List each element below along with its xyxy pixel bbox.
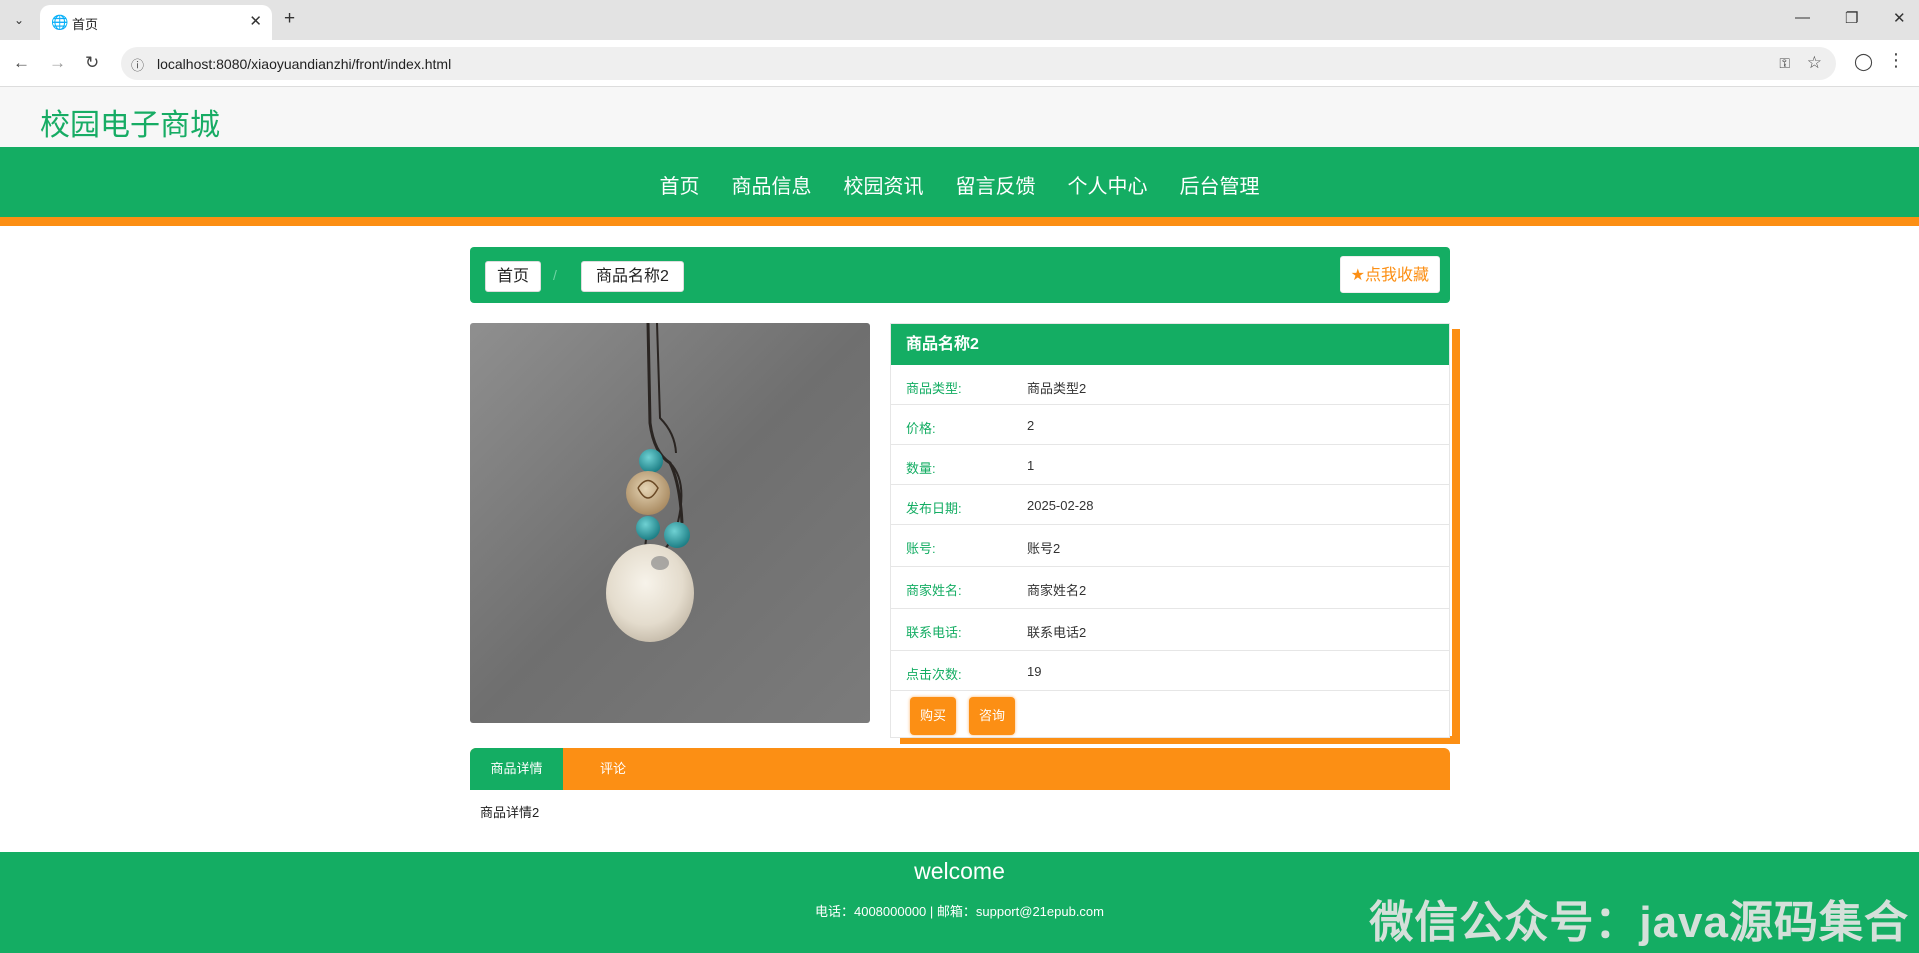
footer-welcome: welcome: [914, 858, 1005, 884]
info-row-price: 价格: 2: [891, 405, 1449, 445]
nav-profile[interactable]: 个人中心: [1068, 170, 1148, 199]
product-image: [470, 323, 870, 723]
more-menu-icon[interactable]: ⋮: [1887, 50, 1905, 71]
watermark: 微信公众号：java源码集合: [1369, 898, 1909, 947]
tab-comments[interactable]: 评论: [563, 748, 663, 790]
main-nav: 首页 商品信息 校园资讯 留言反馈 个人中心 后台管理: [0, 147, 1919, 226]
field-label: 商家姓名:: [906, 583, 962, 598]
nav-news[interactable]: 校园资讯: [844, 170, 924, 199]
field-value: 商品类型2: [1027, 381, 1087, 396]
browser-tab[interactable]: 🌐 首页 ✕: [40, 5, 272, 40]
breadcrumb-home[interactable]: 首页: [485, 261, 542, 292]
field-label: 账号:: [906, 541, 936, 556]
nav-home[interactable]: 首页: [660, 170, 700, 199]
field-label: 商品类型:: [906, 381, 962, 396]
site-header: 校园电子商城: [0, 87, 1919, 147]
field-label: 数量:: [906, 461, 936, 476]
bookmark-star-icon[interactable]: ☆: [1807, 53, 1822, 73]
window-close-icon[interactable]: ✕: [1893, 9, 1906, 27]
favorite-button[interactable]: ★点我收藏: [1339, 256, 1440, 293]
breadcrumb-separator: /: [553, 267, 557, 283]
info-row-type: 商品类型: 商品类型2: [891, 365, 1449, 405]
buy-button[interactable]: 购买: [910, 697, 957, 735]
info-row-quantity: 数量: 1: [891, 445, 1449, 485]
nav-feedback[interactable]: 留言反馈: [956, 170, 1036, 199]
url-text: localhost:8080/xiaoyuandianzhi/front/ind…: [157, 56, 452, 72]
favorite-label: 点我收藏: [1364, 267, 1429, 284]
star-icon: ★: [1350, 267, 1365, 284]
info-row-phone: 联系电话: 联系电话2: [891, 609, 1449, 651]
detail-content: 商品详情2: [480, 805, 540, 820]
new-tab-icon[interactable]: +: [284, 8, 295, 30]
address-bar: ← → ↻ ⓘ localhost:8080/xiaoyuandianzhi/f…: [0, 40, 1919, 87]
profile-icon[interactable]: ◯: [1854, 52, 1873, 72]
tab-search-icon[interactable]: ⌄: [8, 9, 30, 31]
field-value: 19: [1027, 664, 1042, 679]
nav-products[interactable]: 商品信息: [732, 170, 812, 199]
globe-icon: 🌐: [51, 14, 69, 30]
field-value: 2: [1027, 418, 1035, 433]
product-info-box: 商品名称2 商品类型: 商品类型2 价格: 2 数量: 1 发布日期: 2025…: [890, 323, 1450, 738]
browser-tab-bar: ⌄ 🌐 首页 ✕ + — ❐ ✕: [0, 0, 1919, 40]
breadcrumb: 首页 / 商品名称2 ★点我收藏: [470, 247, 1450, 303]
field-value: 商家姓名2: [1027, 583, 1087, 598]
product-info-panel: 商品名称2 商品类型: 商品类型2 价格: 2 数量: 1 发布日期: 2025…: [890, 323, 1460, 744]
consult-button[interactable]: 咨询: [969, 697, 1016, 735]
field-value: 1: [1027, 458, 1035, 473]
field-label: 联系电话:: [906, 625, 962, 640]
url-field[interactable]: ⓘ localhost:8080/xiaoyuandianzhi/front/i…: [121, 47, 1836, 80]
key-icon[interactable]: ⚿: [1779, 55, 1790, 72]
info-row-date: 发布日期: 2025-02-28: [891, 485, 1449, 525]
field-label: 价格:: [906, 421, 936, 436]
site-info-icon[interactable]: ⓘ: [131, 55, 144, 74]
info-row-merchant: 商家姓名: 商家姓名2: [891, 567, 1449, 609]
field-label: 点击次数:: [906, 667, 962, 682]
close-icon[interactable]: ✕: [249, 12, 262, 30]
restore-icon[interactable]: ❐: [1845, 9, 1858, 27]
product-name: 商品名称2: [891, 324, 1449, 365]
tab-title: 首页: [72, 17, 99, 32]
info-row-clicks: 点击次数: 19: [891, 651, 1449, 691]
nav-admin[interactable]: 后台管理: [1180, 170, 1260, 199]
tab-details[interactable]: 商品详情: [470, 748, 563, 790]
reload-icon[interactable]: ↻: [85, 53, 99, 73]
minimize-icon[interactable]: —: [1795, 9, 1810, 26]
back-icon[interactable]: ←: [13, 53, 30, 73]
pendant-illustration: [606, 323, 694, 642]
field-value: 联系电话2: [1027, 625, 1087, 640]
detail-tabs: 商品详情 评论: [470, 748, 1450, 790]
forward-icon[interactable]: →: [49, 53, 66, 73]
product-actions: 购买 咨询: [891, 691, 1449, 741]
info-row-account: 账号: 账号2: [891, 525, 1449, 567]
field-label: 发布日期:: [906, 501, 962, 516]
breadcrumb-current[interactable]: 商品名称2: [581, 261, 684, 292]
site-logo[interactable]: 校园电子商城: [40, 100, 220, 144]
field-value: 账号2: [1027, 541, 1061, 556]
field-value: 2025-02-28: [1027, 498, 1094, 513]
